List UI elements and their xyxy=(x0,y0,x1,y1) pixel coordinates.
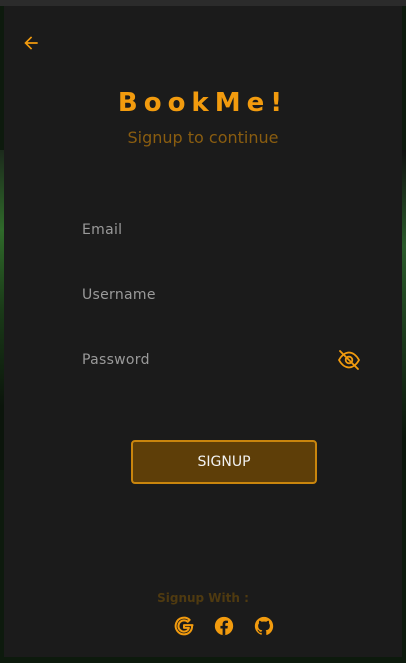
app-title: BookMe! xyxy=(117,88,289,118)
back-button[interactable] xyxy=(18,30,44,56)
password-field[interactable] xyxy=(82,345,358,375)
github-signup-button[interactable] xyxy=(252,614,276,638)
arrow-left-icon xyxy=(24,36,38,50)
username-field-wrapper xyxy=(82,280,358,310)
email-field-wrapper xyxy=(82,215,358,245)
signup-button[interactable]: SIGNUP xyxy=(131,440,317,484)
google-signup-button[interactable] xyxy=(172,614,196,638)
username-field[interactable] xyxy=(82,280,358,310)
password-visibility-toggle[interactable] xyxy=(336,347,362,373)
password-field-wrapper xyxy=(82,345,361,375)
signup-with-label: Signup With : xyxy=(157,591,249,605)
google-icon xyxy=(174,616,194,636)
email-field[interactable] xyxy=(82,215,358,245)
app-frame: BookMe! Signup to continue SIGNUP Signup… xyxy=(0,0,406,663)
eye-off-icon xyxy=(337,350,361,370)
github-icon xyxy=(254,616,274,635)
facebook-signup-button[interactable] xyxy=(212,614,236,638)
page-subtitle: Signup to continue xyxy=(127,128,279,147)
facebook-icon xyxy=(214,616,234,636)
signup-card: BookMe! Signup to continue SIGNUP Signup… xyxy=(4,6,402,657)
